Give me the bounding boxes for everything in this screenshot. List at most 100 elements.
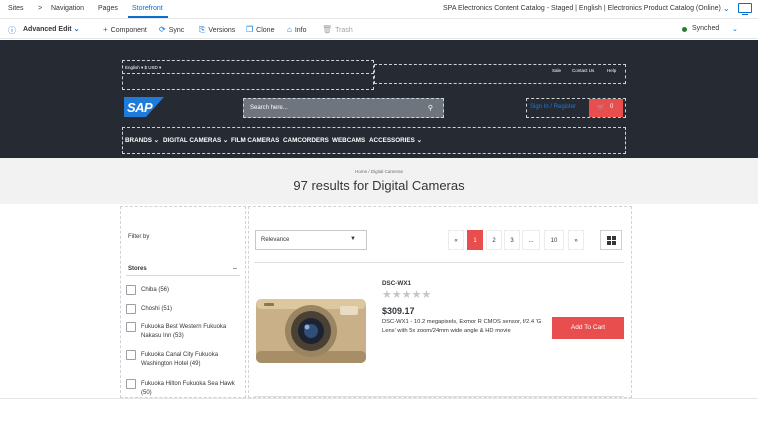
- cart-icon: 🛒: [597, 105, 605, 111]
- trash-icon: 🗑: [322, 25, 333, 34]
- pagination-page-2[interactable]: 2: [486, 230, 502, 250]
- clone-label: Clone: [256, 27, 275, 34]
- checkbox[interactable]: [126, 285, 136, 295]
- pagination-page-10[interactable]: 10: [544, 230, 564, 250]
- divider: [126, 275, 240, 276]
- sap-logo-text: SAP: [127, 100, 153, 115]
- store-filter-label: Chiba (56): [141, 287, 170, 293]
- perspective-toolbar: ⓘ Advanced Edit ⌄ + Component ⟳ Sync ⎘ Vers…: [0, 19, 758, 39]
- trash-button[interactable]: 🗑 Trash: [322, 25, 353, 34]
- navigation-link[interactable]: Navigation: [51, 5, 84, 12]
- pagination-prev[interactable]: «: [448, 230, 464, 250]
- pagination-next[interactable]: »: [568, 230, 584, 250]
- divider: [0, 398, 758, 399]
- device-preview-icon[interactable]: [738, 3, 752, 16]
- sync-status: Synched: [692, 25, 720, 32]
- mini-cart-button[interactable]: 🛒 0: [589, 99, 623, 117]
- store-filter-label: Fukuoka Best Western Fukuoka Nakasu Inn …: [141, 324, 227, 339]
- breadcrumb-separator: >: [38, 5, 43, 12]
- clone-button[interactable]: ❐ Clone: [246, 25, 274, 34]
- product-price: $309.17: [382, 306, 415, 316]
- star-icon: ★: [401, 289, 412, 301]
- star-icon: ★: [411, 289, 422, 301]
- component-label: Component: [110, 27, 147, 34]
- sort-select[interactable]: Relevance ▼: [255, 230, 367, 250]
- page-title: 97 results for Digital Cameras: [293, 178, 465, 193]
- sync-button[interactable]: ⟳ Sync: [159, 25, 184, 34]
- sync-icon: ⟳: [159, 25, 166, 34]
- star-icon: ★: [421, 289, 432, 301]
- versions-button[interactable]: ⎘ Versions: [199, 25, 235, 35]
- nav-item-accessories[interactable]: ACCESSORIES ⌄: [369, 137, 422, 144]
- category-navigation: BRANDS ⌄ DIGITAL CAMERAS ⌄ FILM CAMERAS …: [122, 127, 626, 154]
- divider: [254, 396, 624, 397]
- sync-label: Sync: [168, 27, 185, 34]
- store-filter-item[interactable]: Fukuoka Canal City Fukuoka Washington Ho…: [126, 350, 244, 370]
- info-icon: ⌂: [287, 25, 292, 34]
- sale-link[interactable]: Sale: [552, 68, 561, 73]
- chevron-down-icon[interactable]: ⌄: [732, 25, 738, 33]
- catalog-version-label[interactable]: SPA Electronics Content Catalog - Staged…: [443, 5, 721, 12]
- checkbox[interactable]: [126, 379, 136, 389]
- star-icon: ★: [391, 289, 402, 301]
- store-filter-item[interactable]: Chiba (56): [126, 285, 244, 297]
- nav-item-brands[interactable]: BRANDS ⌄: [125, 137, 159, 144]
- checkbox[interactable]: [126, 304, 136, 314]
- store-filter-item[interactable]: Choshi (51): [126, 304, 244, 316]
- cart-count: 0: [610, 104, 614, 110]
- storefront-utility-bar: [0, 40, 758, 60]
- component-button[interactable]: + Component: [103, 25, 147, 34]
- search-input[interactable]: Search here... ⚲: [243, 98, 444, 118]
- product-image[interactable]: [254, 283, 368, 373]
- nav-item-digital-cameras[interactable]: DIGITAL CAMERAS ⌄: [163, 137, 228, 144]
- help-link[interactable]: Help: [607, 68, 616, 73]
- mode-selector[interactable]: Advanced Edit ⌄: [23, 25, 79, 33]
- mode-label: Advanced Edit: [23, 26, 72, 33]
- storefront-tab[interactable]: Storefront: [132, 5, 163, 12]
- divider: [254, 262, 624, 263]
- pages-tab[interactable]: Pages: [98, 5, 118, 12]
- contact-link[interactable]: Contact Us: [572, 68, 594, 73]
- filter-by-label: Filter by: [128, 234, 150, 240]
- trash-label: Trash: [335, 27, 353, 34]
- header-links-slot[interactable]: [374, 64, 626, 84]
- rating-stars: ★★★★★: [382, 288, 431, 301]
- store-filter-label: Choshi (51): [141, 306, 173, 312]
- sign-in-link[interactable]: Sign In / Register: [530, 104, 576, 110]
- sites-link[interactable]: Sites: [8, 5, 24, 12]
- product-name-link[interactable]: DSC-WX1: [382, 280, 411, 287]
- product-description: DSC-WX1 - 10.2 megapixels, Exmor R CMOS …: [382, 319, 542, 334]
- collapse-icon[interactable]: –: [233, 265, 237, 272]
- pagination-page-1[interactable]: 1: [467, 230, 483, 250]
- info-label: Info: [294, 27, 307, 34]
- search-placeholder: Search here...: [250, 105, 288, 111]
- clone-icon: ❐: [246, 25, 254, 34]
- chevron-down-icon[interactable]: ⌄: [723, 4, 730, 13]
- versions-label: Versions: [208, 27, 236, 34]
- search-icon[interactable]: ⚲: [428, 104, 433, 112]
- store-filter-label: Fukuoka Canal City Fukuoka Washington Ho…: [141, 352, 219, 367]
- store-filter-item[interactable]: Fukuoka Hilton Fukuoka Sea Hawk (50): [126, 379, 244, 398]
- grid-view-button[interactable]: [600, 230, 622, 250]
- star-icon: ★: [382, 289, 392, 301]
- pagination-page-3[interactable]: 3: [504, 230, 520, 250]
- add-to-cart-button[interactable]: Add To Cart: [552, 317, 624, 339]
- nav-item-film-cameras[interactable]: FILM CAMERAS: [231, 137, 279, 144]
- sort-value: Relevance: [261, 237, 290, 243]
- sync-status-dot: [682, 27, 687, 32]
- breadcrumb[interactable]: Home / Digital Cameras: [0, 169, 758, 174]
- info-button[interactable]: ⌂ Info: [287, 25, 307, 34]
- store-filter-item[interactable]: Fukuoka Best Western Fukuoka Nakasu Inn …: [126, 322, 244, 342]
- pagination-ellipsis: ...: [522, 230, 540, 250]
- checkbox[interactable]: [126, 322, 136, 332]
- stores-facet-title: Stores: [128, 266, 147, 272]
- checkbox[interactable]: [126, 350, 136, 360]
- nav-item-webcams[interactable]: WEBCAMS: [332, 137, 365, 144]
- nav-item-camcorders[interactable]: CAMCORDERS: [283, 137, 329, 144]
- chevron-down-icon: ⌄: [73, 26, 80, 33]
- store-filter-label: Fukuoka Hilton Fukuoka Sea Hawk (50): [141, 381, 235, 396]
- versions-icon: ⎘: [199, 25, 206, 34]
- language-currency-selector[interactable]: English ▾ $ USD ▾: [125, 65, 161, 71]
- plus-icon: +: [103, 25, 108, 34]
- shell-bar: Sites > Navigation Pages Storefront SPA …: [0, 0, 758, 19]
